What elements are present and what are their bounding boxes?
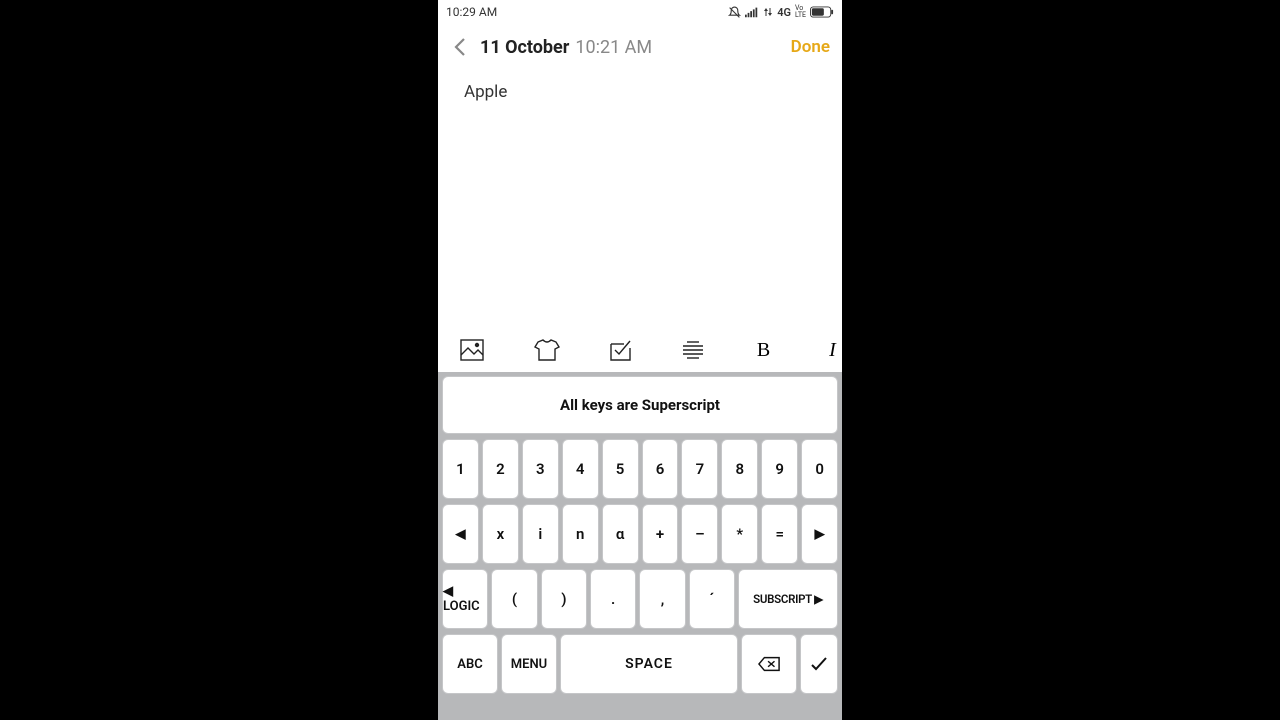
note-time: 10:21 AM [575, 37, 652, 58]
key-7[interactable]: 7 [681, 439, 718, 499]
key-row-2: ◀ x i n α + – * = ▶ [442, 504, 838, 564]
keyboard-hint: All keys are Superscript [442, 376, 838, 434]
key-5[interactable]: 5 [602, 439, 639, 499]
key-i[interactable]: i [522, 504, 559, 564]
key-enter[interactable] [800, 634, 838, 694]
nav-bar: 11 October 10:21 AM Done [438, 24, 842, 70]
phone-frame: 10:29 AM 4G VoLTE 11 October 10:21 AM Do… [438, 0, 842, 720]
key-row-1: 1 2 3 4 5 6 7 8 9 0 [442, 439, 838, 499]
key-8[interactable]: 8 [721, 439, 758, 499]
bold-icon[interactable]: B [754, 339, 773, 362]
checklist-icon[interactable] [610, 339, 632, 361]
battery-icon [810, 6, 834, 18]
align-icon[interactable] [682, 340, 704, 360]
backspace-icon [758, 656, 780, 672]
status-bar: 10:29 AM 4G VoLTE [438, 0, 842, 24]
network-label: 4G [777, 6, 791, 19]
key-abc[interactable]: ABC [442, 634, 498, 694]
key-accent[interactable]: ´ [689, 569, 735, 629]
status-right: 4G VoLTE [728, 5, 834, 19]
note-text: Apple [464, 82, 507, 102]
back-button[interactable] [446, 37, 474, 57]
key-x[interactable]: x [482, 504, 519, 564]
volte-label: VoLTE [795, 5, 806, 19]
key-right[interactable]: ▶ [801, 504, 838, 564]
check-icon [810, 656, 828, 672]
key-equals[interactable]: = [761, 504, 798, 564]
key-dot[interactable]: . [590, 569, 636, 629]
key-alpha[interactable]: α [602, 504, 639, 564]
key-row-3: ◀ LOGIC ( ) . , ´ SUBSCRIPT ▶ [442, 569, 838, 629]
keyboard: All keys are Superscript 1 2 3 4 5 6 7 8… [438, 372, 842, 720]
key-rparen[interactable]: ) [541, 569, 587, 629]
key-star[interactable]: * [721, 504, 758, 564]
key-logic[interactable]: ◀ LOGIC [442, 569, 488, 629]
key-3[interactable]: 3 [522, 439, 559, 499]
image-icon[interactable] [460, 339, 484, 361]
key-left[interactable]: ◀ [442, 504, 479, 564]
key-subscript[interactable]: SUBSCRIPT ▶ [738, 569, 838, 629]
key-row-4: ABC MENU SPACE [442, 634, 838, 694]
done-button[interactable]: Done [791, 37, 830, 57]
key-6[interactable]: 6 [642, 439, 679, 499]
italic-icon[interactable]: I [823, 339, 842, 362]
format-toolbar: B I [438, 328, 842, 372]
status-time: 10:29 AM [446, 5, 497, 19]
note-editor[interactable]: Apple [438, 70, 842, 328]
key-lparen[interactable]: ( [491, 569, 537, 629]
key-n[interactable]: n [562, 504, 599, 564]
signal-icon [745, 6, 759, 18]
tshirt-icon[interactable] [534, 339, 560, 361]
key-4[interactable]: 4 [562, 439, 599, 499]
key-plus[interactable]: + [642, 504, 679, 564]
key-1[interactable]: 1 [442, 439, 479, 499]
key-backspace[interactable] [741, 634, 797, 694]
chevron-left-icon [453, 37, 467, 57]
note-date: 11 October [480, 37, 569, 58]
key-9[interactable]: 9 [761, 439, 798, 499]
key-2[interactable]: 2 [482, 439, 519, 499]
key-menu[interactable]: MENU [501, 634, 557, 694]
key-minus[interactable]: – [681, 504, 718, 564]
data-arrows-icon [763, 6, 773, 18]
key-comma[interactable]: , [639, 569, 685, 629]
mute-icon [728, 6, 741, 19]
key-0[interactable]: 0 [801, 439, 838, 499]
key-space[interactable]: SPACE [560, 634, 738, 694]
